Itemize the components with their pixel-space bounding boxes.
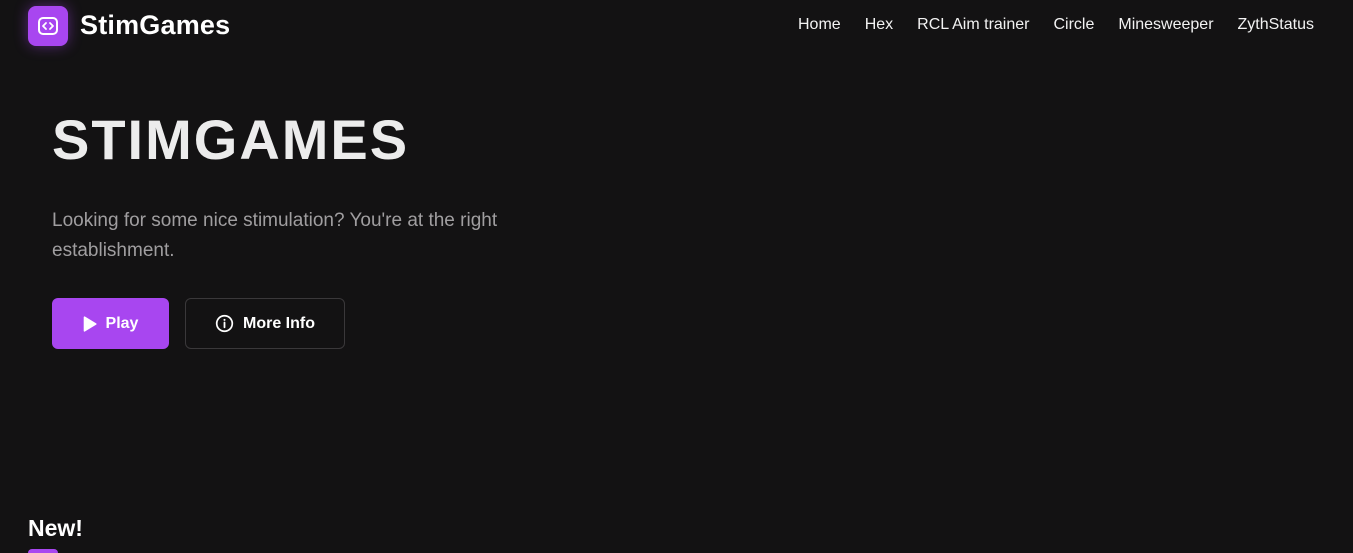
play-button-label: Play — [105, 314, 139, 332]
new-section-card-edge — [28, 549, 58, 553]
main-nav: Home Hex RCL Aim trainer Circle Mineswee… — [798, 15, 1314, 35]
code-brackets-icon — [38, 17, 58, 35]
nav-link-hex[interactable]: Hex — [865, 15, 893, 35]
nav-link-rcl-aim-trainer[interactable]: RCL Aim trainer — [917, 15, 1029, 35]
nav-link-zythstatus[interactable]: ZythStatus — [1238, 15, 1314, 35]
info-circle-icon — [215, 314, 234, 333]
site-header: StimGames Home Hex RCL Aim trainer Circl… — [0, 0, 1353, 52]
hero-title: STIMGAMES — [52, 108, 410, 171]
nav-link-circle[interactable]: Circle — [1053, 15, 1094, 35]
more-info-button[interactable]: More Info — [185, 298, 345, 349]
logo[interactable] — [28, 6, 68, 46]
new-section-heading: New! — [28, 515, 83, 541]
brand-name[interactable]: StimGames — [80, 9, 230, 41]
nav-link-home[interactable]: Home — [798, 15, 841, 35]
nav-link-minesweeper[interactable]: Minesweeper — [1118, 15, 1213, 35]
play-icon — [83, 315, 97, 332]
more-info-button-label: More Info — [243, 314, 315, 332]
hero-subtitle: Looking for some nice stimulation? You'r… — [52, 210, 498, 261]
play-button[interactable]: Play — [52, 298, 169, 349]
page: StimGames Home Hex RCL Aim trainer Circl… — [0, 0, 1353, 553]
